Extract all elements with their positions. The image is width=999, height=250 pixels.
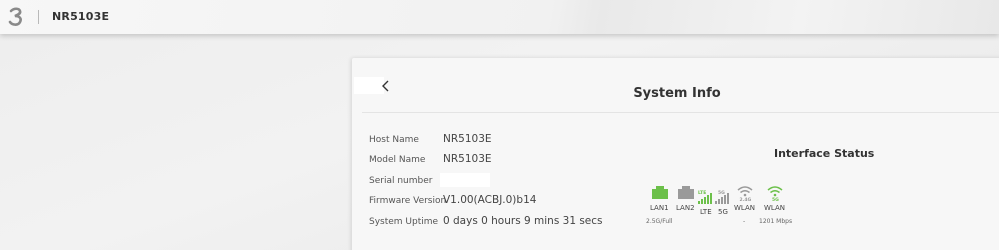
- top-header: NR5103E: [0, 0, 999, 34]
- wlan-2g-detail: -: [743, 218, 746, 225]
- serial-number-label: Serial number: [369, 176, 433, 186]
- interface-status-title: Interface Status: [774, 147, 875, 160]
- lan1-detail: 2.5G/Full: [646, 218, 673, 225]
- wlan-5g-detail: 1201 Mbps: [759, 218, 793, 225]
- serial-number-value: [440, 173, 490, 187]
- svg-text:LTE: LTE: [698, 190, 706, 196]
- model-name-value: NR5103E: [443, 153, 492, 165]
- header-divider: [38, 10, 39, 24]
- wifi-icon: 2.4G: [737, 186, 753, 202]
- svg-text:5G: 5G: [772, 197, 779, 202]
- host-name-value: NR5103E: [443, 133, 492, 145]
- 5g-label: 5G: [718, 208, 728, 216]
- system-uptime-label: System Uptime: [369, 217, 439, 227]
- title-divider: [362, 112, 999, 113]
- ethernet-port-icon: [652, 186, 668, 199]
- product-name: NR5103E: [52, 10, 110, 23]
- lte-label: LTE: [700, 208, 712, 216]
- wlan-5g-label: WLAN: [764, 204, 786, 212]
- model-name-label: Model Name: [369, 155, 426, 165]
- ethernet-port-icon: [678, 186, 694, 199]
- host-name-label: Host Name: [369, 135, 419, 145]
- wifi-icon: 5G: [767, 186, 783, 202]
- page-title: System Info: [633, 86, 721, 101]
- signal-bars-icon: 5G: [715, 190, 729, 204]
- firmware-version-label: Firmware Version: [369, 196, 447, 206]
- system-uptime-value: 0 days 0 hours 9 mins 31 secs: [443, 215, 603, 227]
- signal-bars-icon: LTE: [698, 190, 712, 204]
- system-info-card: System Info Host Name NR5103E Model Name…: [352, 58, 999, 250]
- three-logo-icon[interactable]: [7, 7, 25, 27]
- wlan-2g-label: WLAN: [734, 204, 756, 212]
- lan2-label: LAN2: [676, 204, 695, 212]
- lan1-label: LAN1: [650, 204, 669, 212]
- firmware-version-value: V1.00(ACBJ.0)b14: [443, 194, 537, 206]
- svg-text:2.4G: 2.4G: [740, 197, 752, 202]
